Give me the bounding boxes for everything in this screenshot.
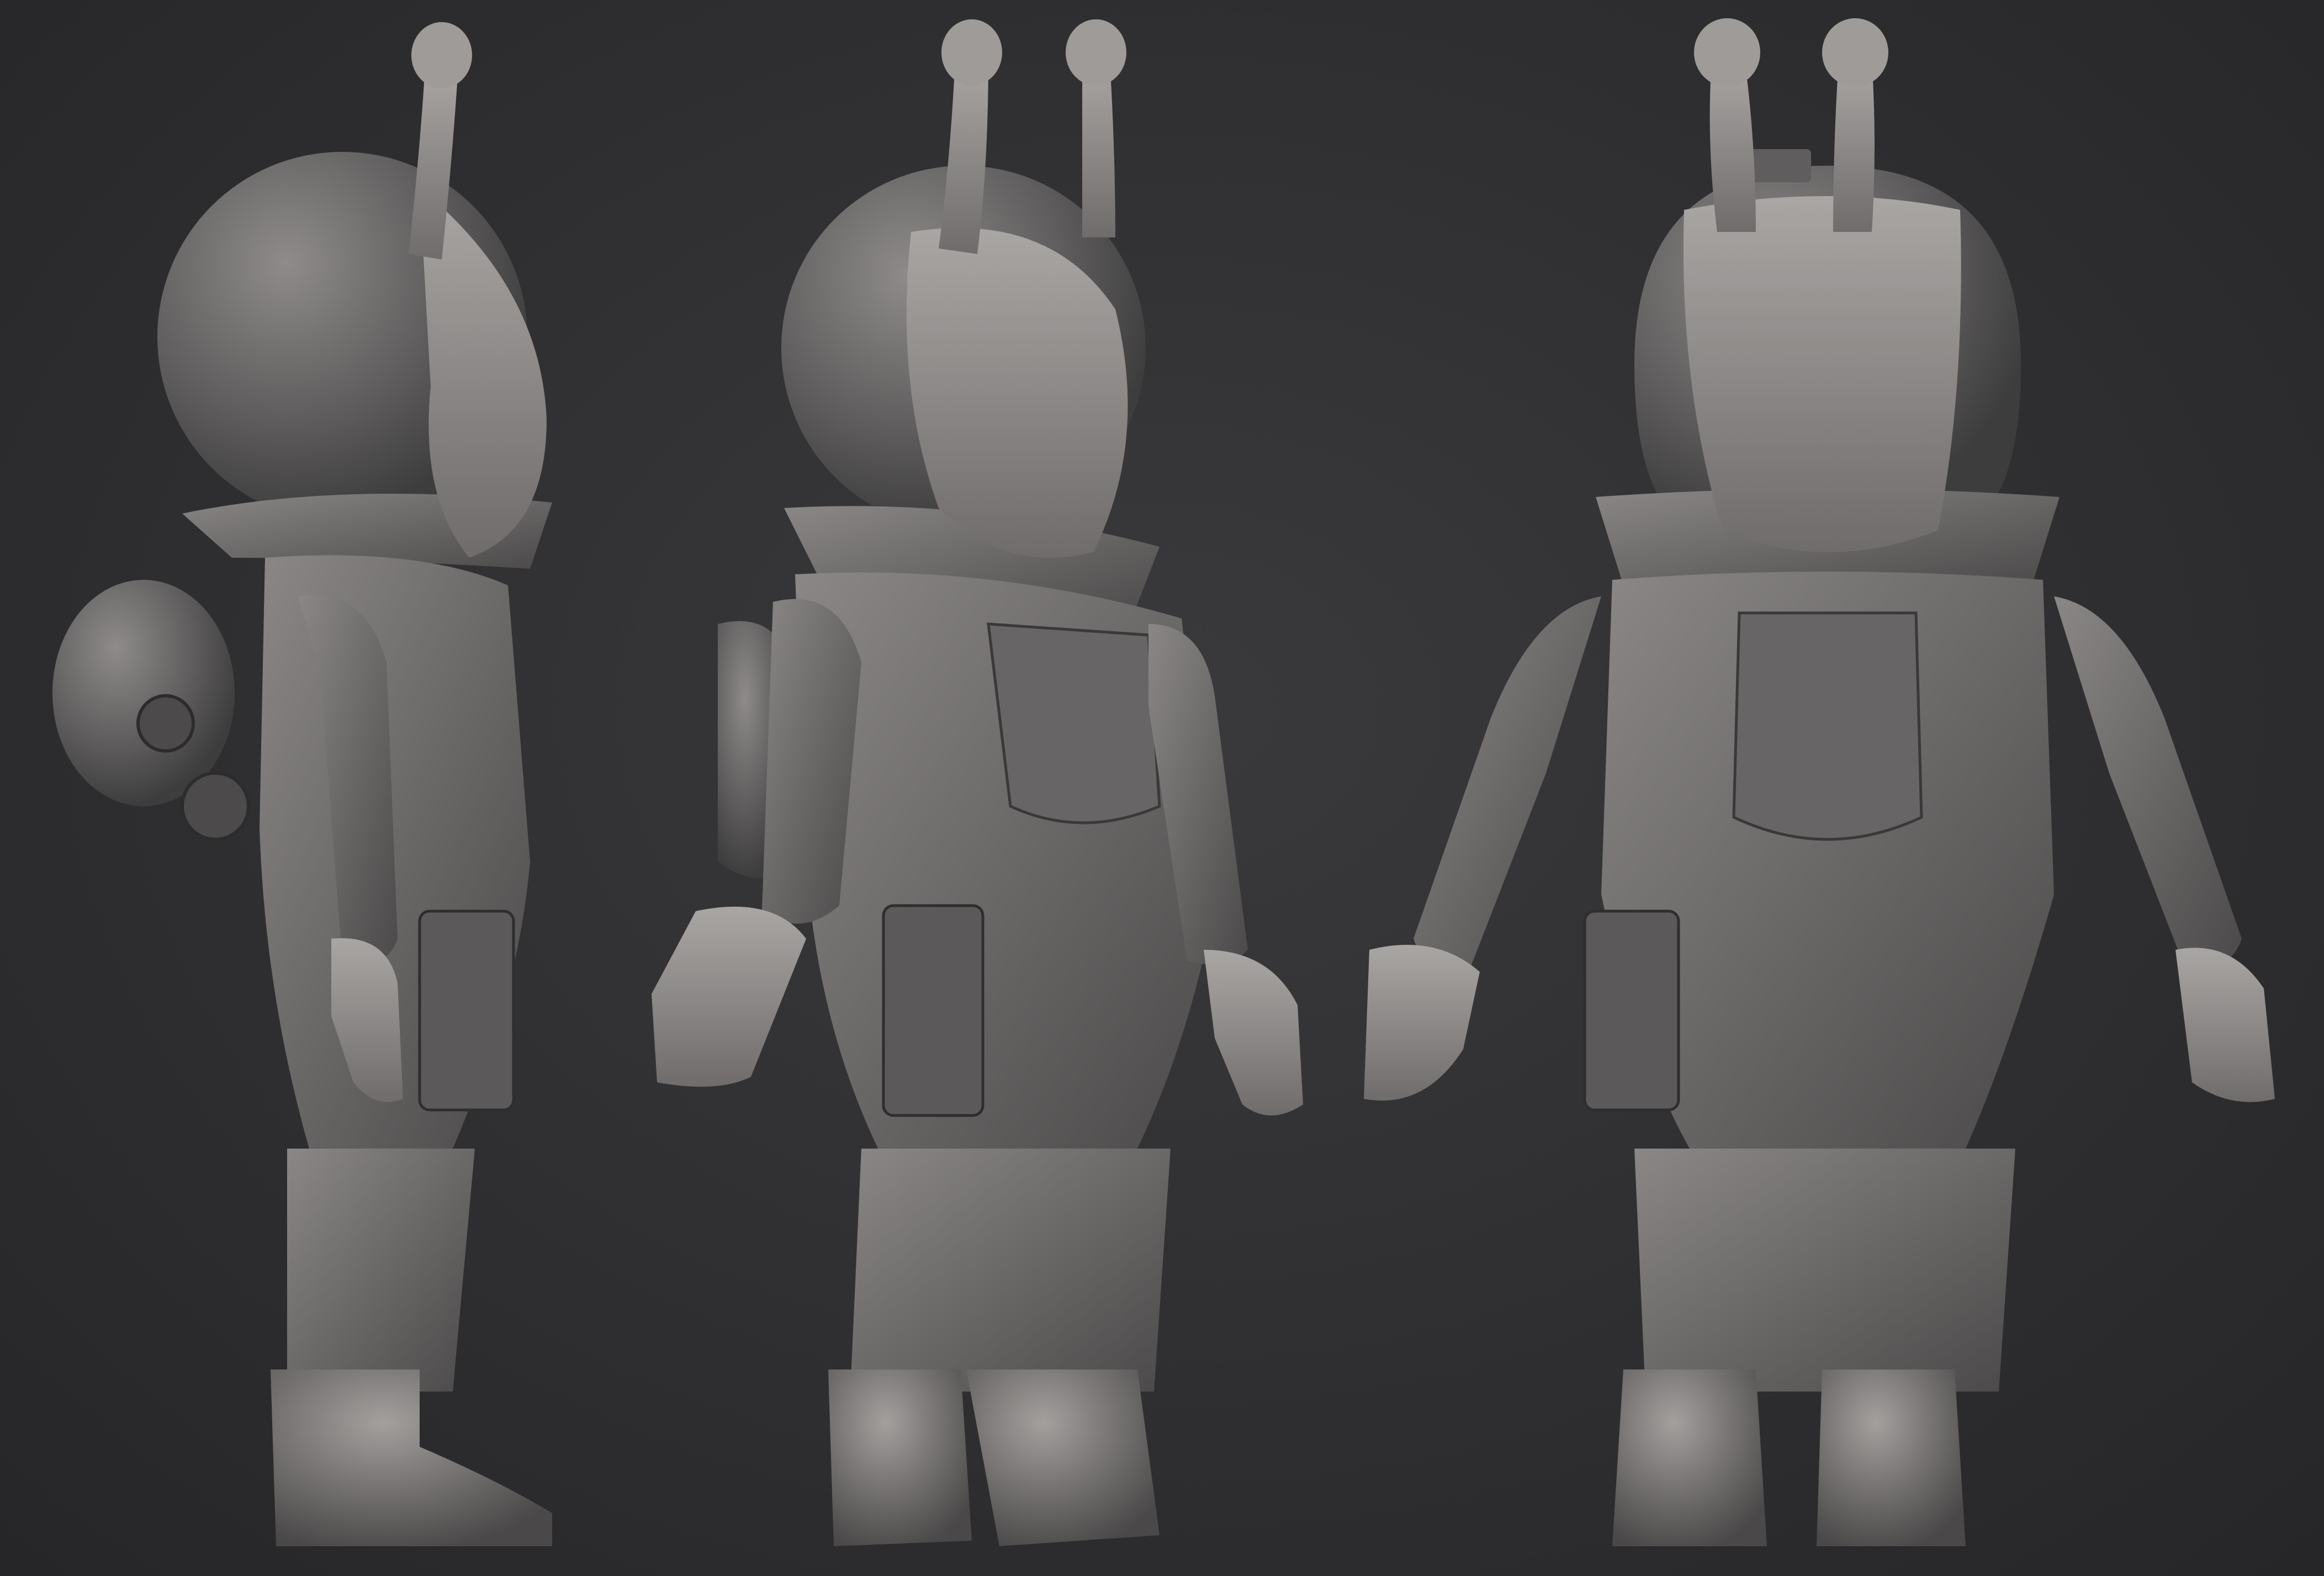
legs — [287, 1149, 475, 1392]
legs — [850, 1149, 1171, 1392]
boot — [271, 1369, 552, 1546]
boot-left — [1612, 1369, 1767, 1546]
side-pouch — [1583, 909, 1680, 1112]
eye-left — [941, 19, 1002, 86]
backpack-valve — [181, 771, 250, 841]
three-quarter-view-figure — [652, 19, 1303, 1546]
hand-left — [652, 906, 806, 1087]
boot-right — [1817, 1369, 1966, 1546]
side-view-figure — [52, 22, 552, 1546]
eye-left — [1694, 18, 1760, 87]
arm-right — [2054, 596, 2242, 972]
side-pouch — [418, 909, 515, 1112]
eye-right — [1066, 19, 1126, 86]
front-view-figure — [1364, 18, 2275, 1546]
turnaround-canvas — [0, 0, 2324, 1576]
eye — [411, 22, 472, 88]
eyestalk-right — [1082, 61, 1115, 237]
legs — [1634, 1149, 2015, 1392]
hand-right — [1204, 950, 1303, 1115]
boot-left — [828, 1369, 972, 1546]
render-svg — [52, 18, 2275, 1546]
eye-right — [1822, 18, 1888, 87]
hand-left — [1364, 945, 1480, 1101]
side-pouch — [882, 904, 984, 1117]
hand-right — [2175, 948, 2275, 1102]
backpack-valve — [136, 694, 195, 753]
arm-left — [1414, 596, 1601, 972]
eyestalk-left — [1709, 61, 1756, 232]
boot-right — [966, 1369, 1160, 1546]
head — [1683, 196, 1961, 552]
backpack — [52, 580, 235, 806]
chest-plate — [1732, 611, 1923, 841]
chest-plate — [987, 622, 1161, 824]
